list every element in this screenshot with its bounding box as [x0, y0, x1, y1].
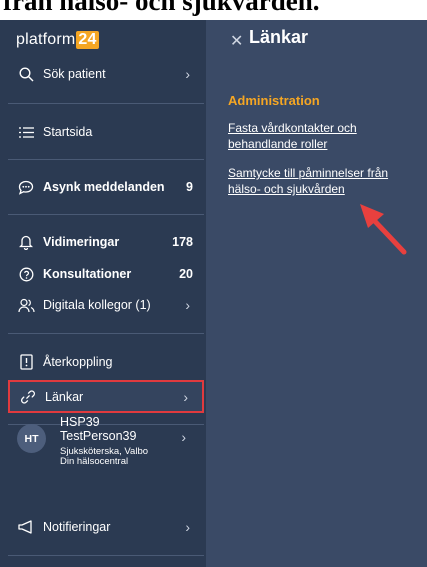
feedback-icon	[16, 354, 36, 370]
users-icon	[16, 297, 36, 313]
panel-title: Länkar	[249, 27, 309, 47]
chevron-right-icon: ›	[181, 429, 186, 445]
sidebar-item-vidimeringar[interactable]: Vidimeringar 178	[8, 228, 204, 256]
divider	[8, 103, 204, 104]
sidebar-item-label: Digitala kollegor (1)	[43, 298, 151, 312]
count-badge: 178	[172, 235, 193, 249]
bell-icon	[16, 234, 36, 250]
sidebar-item-search-patient[interactable]: Sök patient ›	[8, 60, 204, 88]
divider	[8, 555, 204, 556]
divider	[8, 214, 204, 215]
sidebar-item-konsultationer[interactable]: Konsultationer 20	[8, 260, 204, 288]
chevron-right-icon: ›	[185, 519, 190, 535]
search-icon	[16, 66, 36, 82]
links-panel: ✕ Länkar Administration Fasta vårdkontak…	[206, 20, 427, 567]
sidebar-item-async-messages[interactable]: Asynk meddelanden 9	[8, 173, 204, 201]
logo: platform 24	[16, 31, 99, 49]
sidebar-item-label: Konsultationer	[43, 267, 132, 281]
count-badge: 9	[186, 180, 193, 194]
link-fasta-vardkontakter[interactable]: Fasta vårdkontakter och behandlande roll…	[228, 120, 418, 152]
sidebar-item-links[interactable]: Länkar ›	[8, 380, 204, 413]
sidebar-item-startsida[interactable]: Startsida	[8, 118, 204, 146]
sidebar: platform 24 Sök patient › Startsida Asynk…	[0, 20, 206, 567]
user-profile[interactable]: HT HSP39 TestPerson39 Sjuksköterska, Val…	[8, 412, 204, 480]
chevron-right-icon: ›	[183, 388, 188, 405]
divider	[8, 159, 204, 160]
sidebar-item-label: Länkar	[45, 389, 84, 404]
sidebar-item-label: Vidimeringar	[43, 235, 120, 249]
close-icon[interactable]: ✕	[230, 31, 243, 51]
chat-icon	[16, 179, 36, 195]
user-name: TestPerson39	[60, 429, 137, 443]
chevron-right-icon: ›	[185, 297, 190, 313]
sidebar-item-label: Sök patient	[43, 67, 106, 81]
annotation-arrow	[360, 204, 407, 255]
chevron-right-icon: ›	[185, 66, 190, 82]
user-role: Sjuksköterska, Valbo Din hälsocentral	[60, 446, 149, 467]
help-circle-icon	[16, 266, 36, 282]
divider	[8, 333, 204, 334]
document-heading: från hälso- och sjukvården.	[3, 0, 320, 16]
megaphone-icon	[16, 519, 36, 535]
section-heading: Administration	[228, 93, 320, 108]
sidebar-item-label: Återkoppling	[43, 355, 113, 369]
sidebar-item-label: Asynk meddelanden	[43, 180, 165, 194]
sidebar-item-digital-colleagues[interactable]: Digitala kollegor (1) ›	[8, 291, 204, 319]
sidebar-item-label: Notifieringar	[43, 520, 111, 534]
app-window: platform 24 Sök patient › Startsida Asynk…	[0, 20, 427, 567]
list-icon	[16, 124, 36, 140]
link-icon	[18, 389, 38, 405]
avatar: HT	[17, 424, 46, 453]
link-samtycke-paminnelser[interactable]: Samtycke till påminnelser från hälso- oc…	[228, 165, 418, 197]
sidebar-item-notifications[interactable]: Notifieringar ›	[8, 513, 204, 541]
sidebar-item-label: Startsida	[43, 125, 93, 139]
count-badge: 20	[179, 267, 193, 281]
user-id: HSP39	[60, 415, 100, 429]
sidebar-item-feedback[interactable]: Återkoppling	[8, 348, 204, 376]
